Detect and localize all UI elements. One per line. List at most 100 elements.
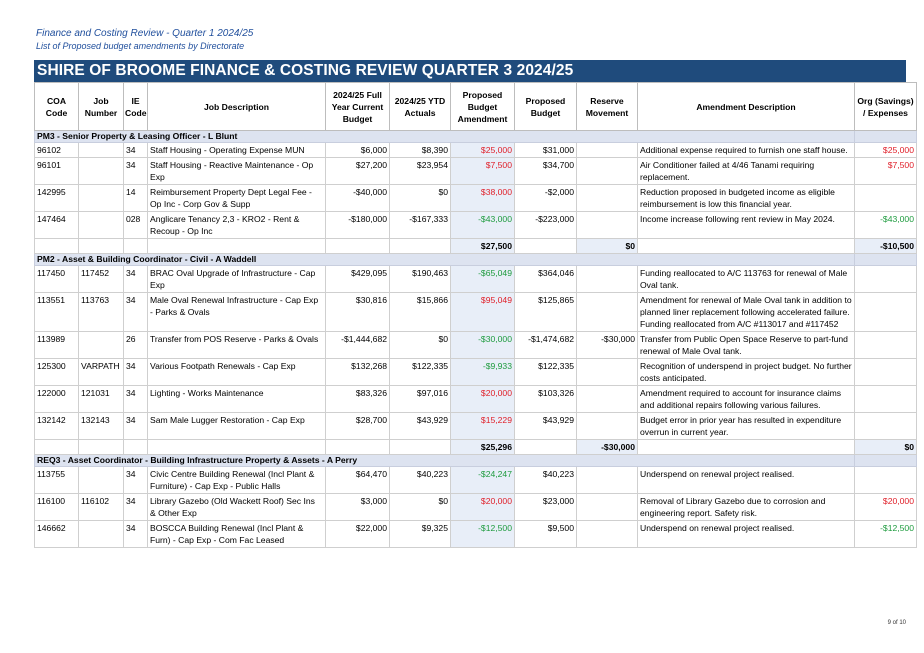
cell-ytd: $0 [389,493,451,521]
cell-amend: $38,000 [450,184,515,212]
cell-amend-desc: Transfer from Public Open Space Reserve … [637,331,855,359]
cell-ytd: $190,463 [389,265,451,293]
table-body: PM3 - Senior Property & Leasing Officer … [34,130,917,548]
cell-budget: $3,000 [325,493,390,521]
cell-ie: 34 [123,142,148,158]
cell-amend: $20,000 [450,385,515,413]
cell-ytd: $40,223 [389,466,451,494]
cell-reserve [576,466,638,494]
cell-ytd: $15,866 [389,292,451,332]
cell-ie: 34 [123,412,148,440]
cell-reserve [576,211,638,239]
total-blank-cell [147,439,326,455]
cell-job [78,142,124,158]
table-row: 116100 116102 34 Library Gazebo (Old Wacket… [34,493,917,521]
cell-amend-desc: Underspend on renewal project realised. [637,466,855,494]
section-title: REQ3 - Asset Coordinator - Building Infr… [34,454,855,467]
document-title: Finance and Costing Review - Quarter 1 2… [36,28,254,39]
cell-desc: BRAC Oval Upgrade of Infrastructure - Ca… [147,265,326,293]
cell-amend-desc: Income increase following rent review in… [637,211,855,239]
col-header-job: Job Number [78,82,124,131]
cell-ie: 14 [123,184,148,212]
total-blank-cell [514,439,577,455]
cell-budget: $28,700 [325,412,390,440]
cell-desc: Staff Housing - Reactive Maintenance - O… [147,157,326,185]
cell-coa: 113551 [34,292,79,332]
section-header-row: REQ3 - Asset Coordinator - Building Infr… [34,454,917,467]
table-row: 96102 34 Staff Housing - Operating Expense… [34,142,917,158]
section-header-row: PM3 - Senior Property & Leasing Officer … [34,130,917,143]
cell-proposed: $364,046 [514,265,577,293]
cell-proposed: $103,326 [514,385,577,413]
cell-amend: -$65,049 [450,265,515,293]
cell-org: -$43,000 [854,211,917,239]
cell-budget: $64,470 [325,466,390,494]
cell-reserve [576,493,638,521]
cell-reserve [576,412,638,440]
cell-ie: 34 [123,157,148,185]
table-row: 96101 34 Staff Housing - Reactive Maintena… [34,157,917,185]
cell-desc: Civic Centre Building Renewal (Incl Plan… [147,466,326,494]
total-blank-cell [34,238,79,254]
cell-coa: 132142 [34,412,79,440]
cell-amend-desc: Additional expense required to furnish o… [637,142,855,158]
total-blank-cell [34,439,79,455]
cell-amend: -$9,933 [450,358,515,386]
cell-ytd: $8,390 [389,142,451,158]
total-blank-cell [78,439,124,455]
section-header-row: PM2 - Asset & Building Coordinator - Civ… [34,253,917,266]
cell-ytd: $0 [389,184,451,212]
cell-ytd: -$167,333 [389,211,451,239]
cell-ytd: $0 [389,331,451,359]
total-org: $0 [854,439,917,455]
cell-ytd: $122,335 [389,358,451,386]
col-header-budget: 2024/25 Full Year Current Budget [325,82,390,131]
cell-budget: -$180,000 [325,211,390,239]
total-blank-cell [325,238,390,254]
cell-org [854,412,917,440]
cell-amend-desc: Amendment required to account for insura… [637,385,855,413]
col-header-desc: Job Description [147,82,326,131]
cell-amend: -$30,000 [450,331,515,359]
cell-amend-desc: Budget error in prior year has resulted … [637,412,855,440]
cell-job: 116102 [78,493,124,521]
cell-ytd: $9,325 [389,520,451,548]
total-reserve: -$30,000 [576,439,638,455]
cell-amend: -$12,500 [450,520,515,548]
cell-amend-desc: Air Conditioner failed at 4/46 Tanami re… [637,157,855,185]
cell-proposed: $125,865 [514,292,577,332]
cell-budget: $6,000 [325,142,390,158]
table-row: 125300 VARPATH 34 Various Footpath Renewals… [34,358,917,386]
document-header: Finance and Costing Review - Quarter 1 2… [36,27,253,52]
col-header-ytd: 2024/25 YTD Actuals [389,82,451,131]
table-row: 122000 121031 34 Lighting - Works Maintenan… [34,385,917,413]
cell-reserve [576,520,638,548]
cell-job [78,184,124,212]
cell-coa: 146662 [34,520,79,548]
total-blank-cell [637,238,855,254]
total-blank-cell [325,439,390,455]
cell-job [78,520,124,548]
table-row: 113551 113763 34 Male Oval Renewal Infrastr… [34,292,917,332]
cell-ie: 34 [123,292,148,332]
cell-proposed: $9,500 [514,520,577,548]
cell-reserve [576,292,638,332]
cell-reserve [576,142,638,158]
cell-budget: $27,200 [325,157,390,185]
cell-amend: -$24,247 [450,466,515,494]
section-blank-cell [854,130,917,143]
cell-budget: $30,816 [325,292,390,332]
cell-ie: 34 [123,466,148,494]
cell-desc: Transfer from POS Reserve - Parks & Oval… [147,331,326,359]
cell-reserve: -$30,000 [576,331,638,359]
cell-ie: 34 [123,358,148,386]
cell-ie: 26 [123,331,148,359]
cell-ie: 34 [123,520,148,548]
cell-amend-desc: Amendment for renewal of Male Oval tank … [637,292,855,332]
amendments-table: COA Code Job Number IE Code Job Descript… [34,82,917,548]
cell-proposed: $40,223 [514,466,577,494]
table-row: 113755 34 Civic Centre Building Renewal (I… [34,466,917,494]
table-row: 146662 34 BOSCCA Building Renewal (Incl Pl… [34,520,917,548]
cell-job: VARPATH [78,358,124,386]
cell-amend: $20,000 [450,493,515,521]
